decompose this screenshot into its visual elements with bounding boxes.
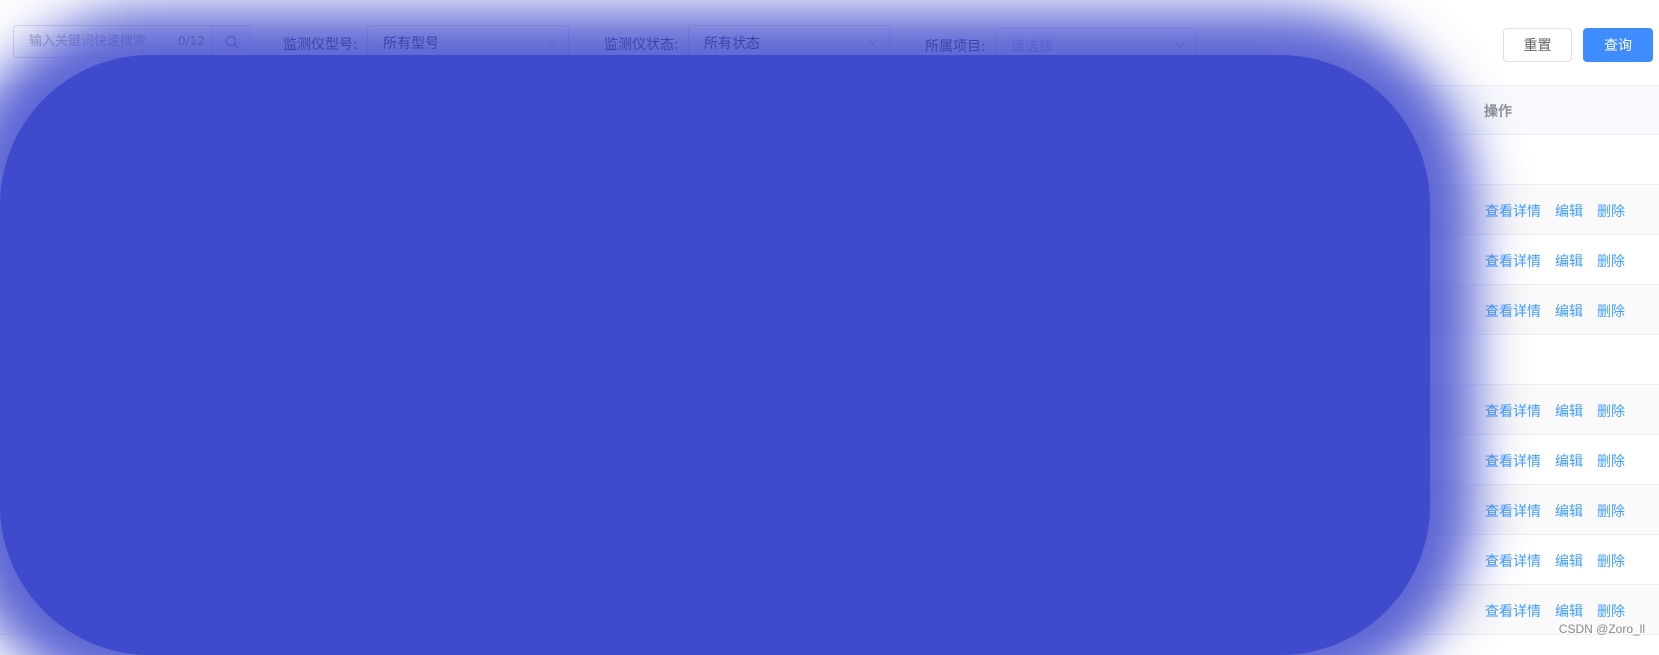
delete-link[interactable]: 删除 bbox=[1597, 504, 1625, 520]
watermark: CSDN @Zoro_ll bbox=[1558, 622, 1645, 636]
edit-link[interactable]: 编辑 bbox=[1555, 604, 1583, 620]
delete-link[interactable]: 删除 bbox=[1597, 254, 1625, 270]
header-operations: 操作 bbox=[1484, 104, 1512, 120]
edit-link[interactable]: 编辑 bbox=[1555, 304, 1583, 320]
delete-link[interactable]: 删除 bbox=[1597, 204, 1625, 220]
table-row: 10 …0195082510 … … 查看详情 编辑 删除 bbox=[0, 585, 1659, 635]
view-details-link[interactable]: 查看详情 bbox=[1485, 554, 1541, 570]
search-icon bbox=[225, 35, 239, 48]
search-button[interactable] bbox=[211, 26, 252, 57]
project-select-placeholder: 请选择 bbox=[1011, 39, 1053, 55]
edit-link[interactable]: 编辑 bbox=[1555, 204, 1583, 220]
edit-link[interactable]: 编辑 bbox=[1555, 454, 1583, 470]
table-row: 查看详情 编辑 删除 bbox=[0, 485, 1659, 535]
edit-link[interactable]: 编辑 bbox=[1555, 504, 1583, 520]
view-details-link[interactable]: 查看详情 bbox=[1485, 454, 1541, 470]
table-body: 查看详情 编辑 删除 查看详情 编辑 删除 查看详情 编辑 删除 查看详情 编辑 删除 查看详情 编辑 删除… bbox=[0, 135, 1659, 635]
status-select[interactable]: 所有状态 bbox=[688, 25, 890, 59]
table-row: 查看详情 编辑 删除 bbox=[0, 235, 1659, 285]
row-operations: 查看详情 编辑 删除 bbox=[1485, 451, 1639, 471]
search-char-counter: 0/12 bbox=[178, 34, 205, 48]
row-operations: 查看详情 编辑 删除 bbox=[1485, 401, 1639, 421]
cell-project: … bbox=[1210, 601, 1224, 617]
header-serial: 监测仪序列号 bbox=[95, 104, 179, 120]
view-details-link[interactable]: 查看详情 bbox=[1485, 604, 1541, 620]
delete-link[interactable]: 删除 bbox=[1597, 454, 1625, 470]
project-select[interactable]: 请选择 bbox=[995, 28, 1197, 62]
edit-link[interactable]: 编辑 bbox=[1555, 254, 1583, 270]
reset-button[interactable]: 重置 bbox=[1503, 28, 1572, 62]
header-model: 监测仪型号 bbox=[938, 104, 1008, 120]
chevron-down-icon bbox=[1175, 42, 1185, 48]
cell-name: … bbox=[393, 601, 407, 617]
cell-index: 10 bbox=[72, 601, 90, 617]
table-row bbox=[0, 335, 1659, 385]
header-name: 监测仪名称 bbox=[393, 104, 463, 120]
row-operations: 查看详情 编辑 删除 bbox=[1485, 251, 1639, 271]
delete-link[interactable]: 删除 bbox=[1597, 304, 1625, 320]
model-select-value: 所有型号 bbox=[383, 36, 439, 52]
delete-link[interactable]: 删除 bbox=[1597, 604, 1625, 620]
table-row: 查看详情 编辑 删除 bbox=[0, 535, 1659, 585]
view-details-link[interactable]: 查看详情 bbox=[1485, 504, 1541, 520]
chevron-down-icon bbox=[547, 39, 557, 45]
table-row: 查看详情 编辑 删除 bbox=[0, 285, 1659, 335]
delete-link[interactable]: 删除 bbox=[1597, 404, 1625, 420]
table-row: 查看详情 编辑 删除 bbox=[0, 185, 1659, 235]
header-project: 所属项目 bbox=[1210, 104, 1266, 120]
header-status: 监测仪状态 bbox=[666, 104, 736, 120]
device-table: 监测仪序列号 监测仪名称 监测仪状态 监测仪型号 所属项目 操作 查看详情 编辑删… bbox=[0, 85, 1659, 635]
table-header: 监测仪序列号 监测仪名称 监测仪状态 监测仪型号 所属项目 操作 bbox=[0, 85, 1659, 135]
chevron-down-icon bbox=[868, 39, 878, 45]
model-filter-label: 监测仪型号: bbox=[283, 37, 358, 53]
row-operations: 查看详情 编辑 删除 bbox=[1485, 501, 1639, 521]
search-box: 0/12 bbox=[13, 25, 252, 58]
status-select-value: 所有状态 bbox=[704, 36, 760, 52]
row-operations: 查看详情 编辑 删除 bbox=[1485, 201, 1639, 221]
row-operations: 查看详情 编辑 删除 bbox=[1485, 601, 1639, 621]
view-details-link[interactable]: 查看详情 bbox=[1485, 254, 1541, 270]
table-row: 查看详情 编辑 删除 bbox=[0, 385, 1659, 435]
table-row bbox=[0, 135, 1659, 185]
project-filter-label: 所属项目: bbox=[925, 39, 986, 55]
delete-link[interactable]: 删除 bbox=[1597, 554, 1625, 570]
table-row: 查看详情 编辑 删除 bbox=[0, 435, 1659, 485]
query-button[interactable]: 查询 bbox=[1583, 28, 1653, 62]
model-select[interactable]: 所有型号 bbox=[367, 25, 569, 59]
edit-link[interactable]: 编辑 bbox=[1555, 554, 1583, 570]
edit-link[interactable]: 编辑 bbox=[1555, 404, 1583, 420]
view-details-link[interactable]: 查看详情 bbox=[1485, 204, 1541, 220]
status-filter-label: 监测仪状态: bbox=[604, 37, 679, 53]
filter-bar: 0/12 监测仪型号: 所有型号 监测仪状态: 所有状态 所属项目: 请选择 重… bbox=[0, 0, 1659, 80]
view-details-link[interactable]: 查看详情 bbox=[1485, 404, 1541, 420]
row-operations: 查看详情 编辑 删除 bbox=[1485, 301, 1639, 321]
cell-serial: …0195082510 bbox=[95, 601, 199, 617]
row-operations: 查看详情 编辑 删除 bbox=[1485, 551, 1639, 571]
view-details-link[interactable]: 查看详情 bbox=[1485, 304, 1541, 320]
